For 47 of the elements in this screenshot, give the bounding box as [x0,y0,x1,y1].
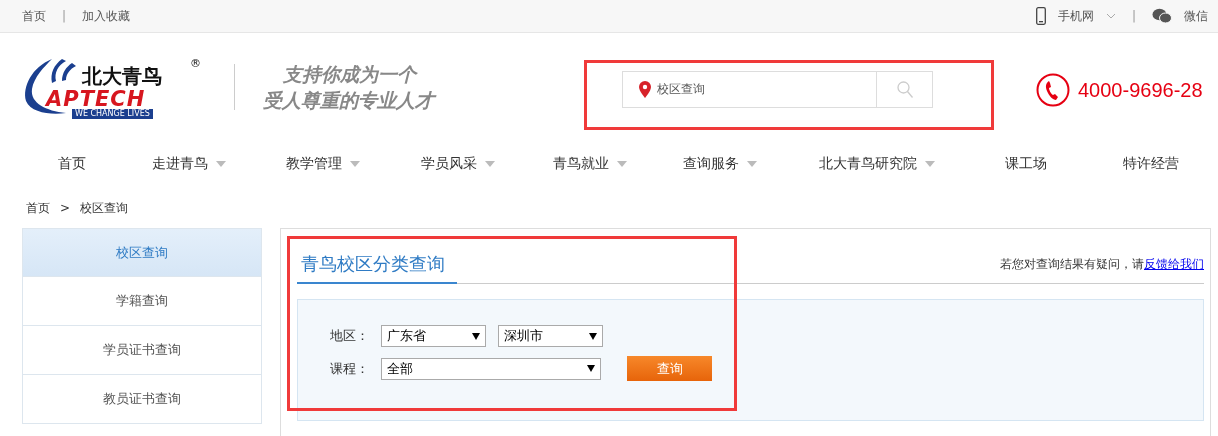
sidebar-item[interactable]: 校区查询 [22,228,262,277]
slogan-line: 支持你成为一个 [282,61,419,87]
field-label: 地区： [330,327,370,345]
hotline-number: 4000-9696-28 [1078,78,1203,102]
feedback-link[interactable]: 反馈给我们 [1144,257,1204,271]
breadcrumb-current: 校区查询 [80,199,129,217]
feedback-notice: 若您对查询结果有疑问，请反馈给我们 [1000,256,1204,273]
location-pin-icon [639,81,651,98]
search-button[interactable] [877,71,933,108]
separator-text: | [1131,9,1136,23]
breadcrumb-link[interactable]: 首页 [26,199,50,217]
nav-item[interactable]: 学员风采 [390,155,526,173]
sidebar-item[interactable]: 学籍查询 [22,277,262,326]
logo-name: 北大青鸟 [82,62,162,90]
separator-text: | [62,9,67,23]
dropdown-arrow-icon [587,365,595,372]
logo-tagline: WE CHANGE LIVES [72,108,153,119]
search-field[interactable]: 校区查询 [622,71,877,108]
nav-item[interactable]: 首页 [22,155,122,173]
top-link[interactable]: 加入收藏 [82,7,131,25]
nav-item[interactable]: 青鸟就业 [525,155,655,173]
city-select[interactable]: 深圳市 [498,325,603,347]
province-select[interactable]: 广东省 [381,325,486,347]
breadcrumb-separator: > [60,201,71,215]
nav-item[interactable]: 特许经营 [1083,155,1218,173]
field-label: 课程： [330,359,370,378]
registered-mark: ® [190,56,201,70]
dropdown-arrow-icon [472,332,480,340]
sidebar-item[interactable]: 教员证书查询 [22,375,262,424]
nav-item[interactable]: 走进青鸟 [121,155,257,173]
nav-item[interactable]: 查询服务 [654,155,785,173]
top-link[interactable]: 手机网 [1057,7,1094,25]
nav-item[interactable]: 教学管理 [256,155,391,173]
dropdown-arrow-icon [589,332,597,340]
nav-item[interactable]: 课工场 [968,155,1084,173]
mobile-phone-icon [1035,7,1046,25]
top-link[interactable]: 首页 [22,7,46,25]
search-value: 校区查询 [657,81,705,98]
telephone-icon [1036,73,1070,107]
section-title: 青鸟校区分类查询 [297,252,457,284]
course-select[interactable]: 全部 [381,357,601,380]
sidebar-item[interactable]: 学员证书查询 [22,326,262,375]
nav-item[interactable]: 北大青鸟研究院 [784,155,969,173]
wechat-icon [1152,8,1172,24]
search-icon [896,81,913,98]
top-link[interactable]: 微信 [1184,7,1208,25]
chevron-down-icon [1105,13,1116,19]
